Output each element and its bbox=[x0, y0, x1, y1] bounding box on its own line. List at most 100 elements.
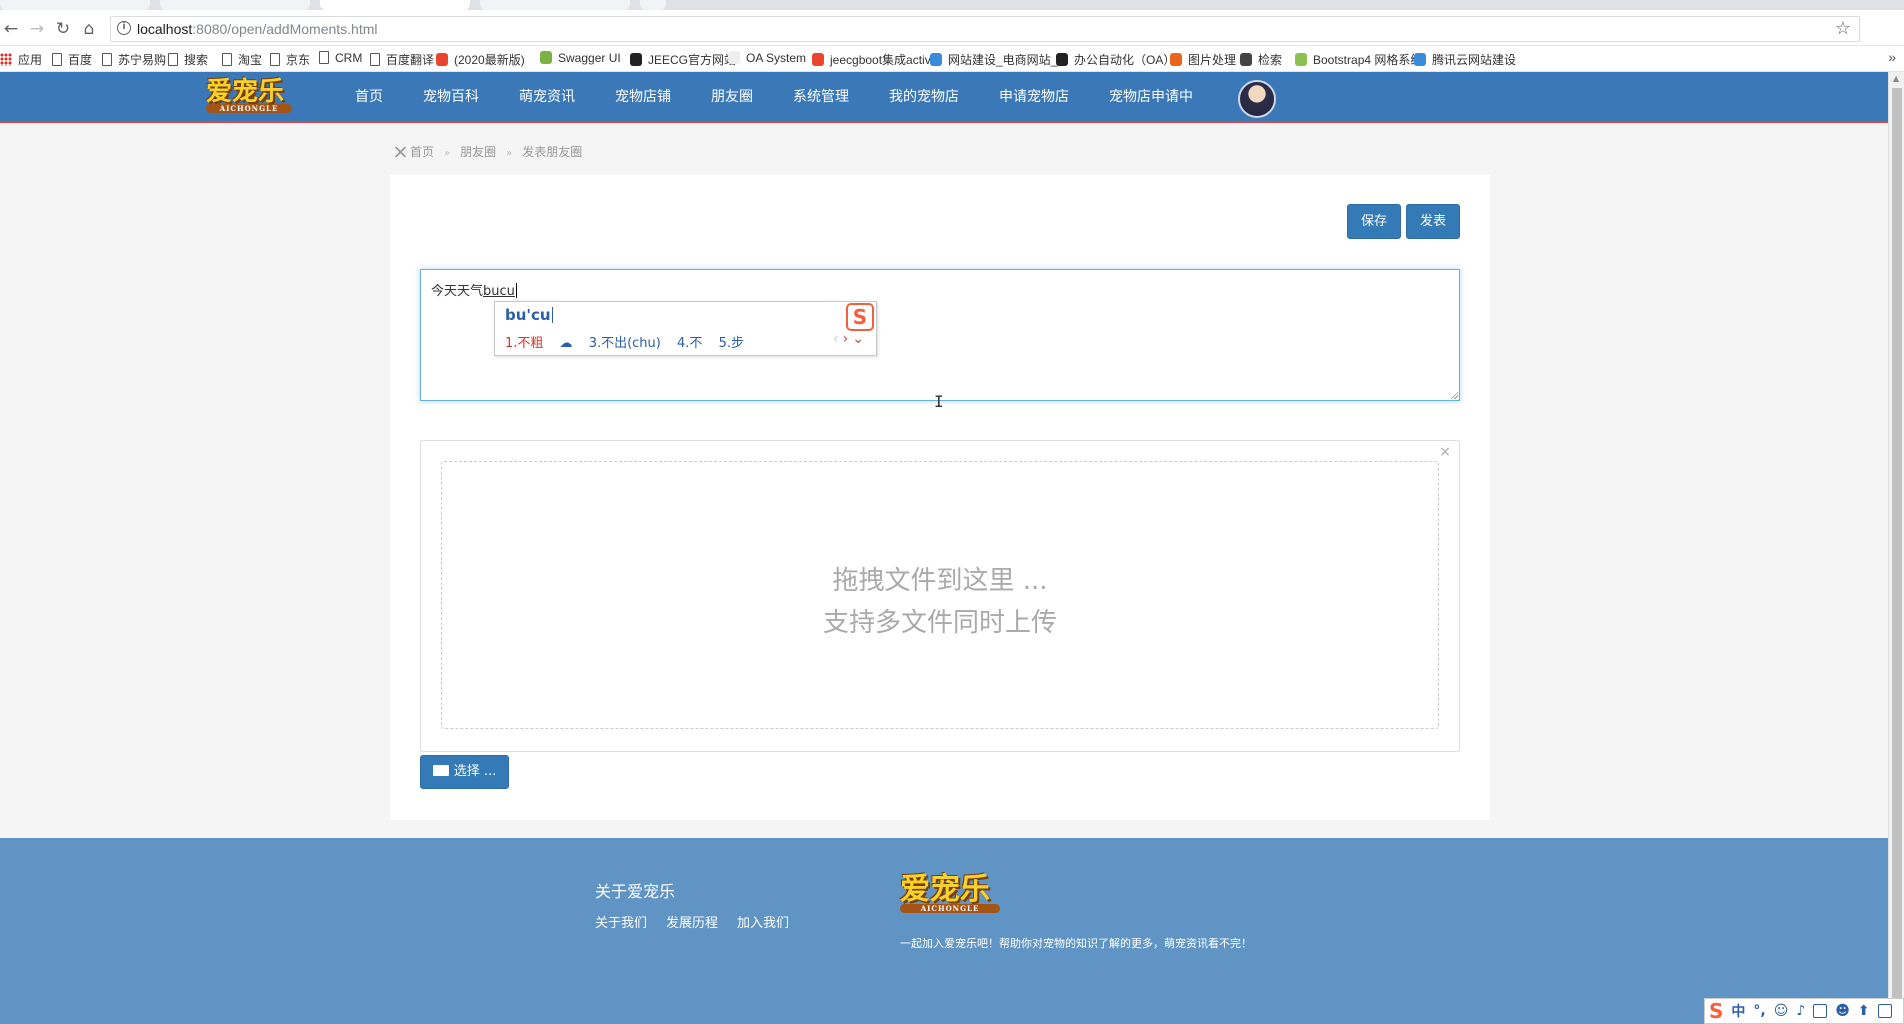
toolbox-icon[interactable] bbox=[1877, 1004, 1892, 1018]
post-form-card: 保存 发表 今天天气bucu × 拖拽文件到这里 ... 支持多文件同时上传 选… bbox=[390, 175, 1490, 820]
bookmark-item[interactable]: 搜索 bbox=[168, 51, 208, 68]
site-logo[interactable]: 爱宠乐 AICHONGLE bbox=[206, 78, 292, 113]
bookmark-item[interactable]: Bootstrap4 网格系统 bbox=[1295, 51, 1422, 68]
bookmark-item[interactable]: 苏宁易购 bbox=[102, 51, 166, 68]
browser-tab-strip bbox=[0, 0, 1904, 10]
ime-mode-toggle[interactable]: 中 bbox=[1731, 1001, 1745, 1021]
bookmark-item[interactable]: 百度翻译 bbox=[370, 51, 434, 68]
bookmark-label: JEECG官方网站 bbox=[648, 53, 737, 67]
nav-item[interactable]: 系统管理 bbox=[773, 72, 869, 122]
choose-file-button[interactable]: 选择 ... bbox=[420, 755, 509, 789]
ime-candidate[interactable]: 3.不出(chu) bbox=[589, 336, 661, 351]
ime-next-page-icon[interactable]: › bbox=[843, 331, 853, 347]
bootstrap-icon bbox=[1295, 53, 1307, 66]
nav-item[interactable]: 宠物百科 bbox=[403, 72, 499, 122]
ime-prev-page-icon[interactable]: ‹ bbox=[833, 331, 843, 347]
footer-link-history[interactable]: 发展历程 bbox=[666, 912, 718, 931]
ime-pager: ‹›⌄ bbox=[833, 331, 868, 347]
page-icon bbox=[52, 53, 62, 66]
nav-item[interactable]: 我的宠物店 bbox=[869, 72, 979, 122]
footer-link-join[interactable]: 加入我们 bbox=[737, 912, 789, 931]
bookmark-label: 图片处理 bbox=[1188, 53, 1237, 67]
microphone-icon[interactable]: ♪ bbox=[1796, 1003, 1805, 1019]
ime-candidates: 1.不粗 ☁ 3.不出(chu) 4.不 5.步 bbox=[505, 332, 756, 351]
user-avatar[interactable] bbox=[1238, 80, 1276, 118]
bookmark-item[interactable]: 淘宝 bbox=[222, 51, 262, 68]
file-drop-zone[interactable]: 拖拽文件到这里 ... 支持多文件同时上传 bbox=[441, 461, 1439, 729]
nav-item[interactable]: 宠物店铺 bbox=[595, 72, 691, 122]
bookmark-item[interactable]: 网站建设_电商网站_ bbox=[930, 51, 1057, 68]
site-info-icon[interactable]: i bbox=[117, 21, 131, 35]
page-scrollbar[interactable]: ▲ bbox=[1888, 72, 1904, 1024]
bookmark-item[interactable]: 百度 bbox=[52, 51, 92, 68]
bookmarks-bar: 应用 百度 苏宁易购 搜索 淘宝 京东 CRM 百度翻译 (2020最新版) Swagger UI… bbox=[0, 46, 1904, 72]
bookmark-star-icon[interactable]: ☆ bbox=[1835, 18, 1851, 39]
ime-cloud-candidate-icon[interactable]: ☁ bbox=[560, 336, 573, 351]
breadcrumb-moments[interactable]: 朋友圈 bbox=[460, 145, 496, 159]
punctuation-icon[interactable]: °, bbox=[1753, 1003, 1765, 1019]
new-tab-button[interactable] bbox=[640, 0, 666, 10]
bookmark-label: 应用 bbox=[18, 53, 43, 67]
browser-tab[interactable] bbox=[160, 0, 310, 10]
page-icon bbox=[168, 53, 178, 66]
bookmark-label: 检索 bbox=[1258, 53, 1283, 67]
emoji-icon[interactable]: ☺ bbox=[1774, 1003, 1789, 1019]
home-icon[interactable]: ⌂ bbox=[78, 18, 100, 40]
address-bar[interactable]: i localhost:8080/open/addMoments.html ☆ bbox=[110, 16, 1860, 42]
close-icon[interactable]: × bbox=[1439, 444, 1451, 460]
ime-candidate[interactable]: 4.不 bbox=[677, 336, 702, 351]
bookmark-label: 办公自动化（OA） bbox=[1074, 53, 1176, 67]
bookmark-item[interactable]: 应用 bbox=[0, 51, 42, 68]
bookmark-label: 腾讯云网站建设 bbox=[1432, 53, 1517, 67]
site-footer: 关于爱宠乐 关于我们 发展历程 加入我们 爱宠乐 AICHONGLE 一起加入爱… bbox=[0, 838, 1888, 1024]
ime-candidate[interactable]: 5.步 bbox=[719, 336, 744, 351]
scrollbar-thumb[interactable] bbox=[1892, 88, 1902, 998]
bookmark-label: (2020最新版) bbox=[454, 53, 525, 67]
bookmark-item[interactable]: CRM bbox=[319, 51, 362, 65]
browser-tab[interactable] bbox=[480, 0, 630, 10]
bookmark-item[interactable]: 办公自动化（OA） bbox=[1056, 51, 1175, 68]
ime-candidate[interactable]: 1.不粗 bbox=[505, 336, 543, 351]
footer-link-about[interactable]: 关于我们 bbox=[595, 912, 647, 931]
apps-grid-icon bbox=[0, 53, 12, 66]
ime-status-bar: S 中 °, ☺ ♪ ☻ ⬆ bbox=[1704, 998, 1904, 1024]
browser-tab[interactable] bbox=[0, 0, 150, 10]
bookmark-item[interactable]: 腾讯云网站建设 bbox=[1414, 51, 1516, 68]
browser-tab-active[interactable] bbox=[320, 0, 470, 10]
c-brand-icon bbox=[436, 53, 448, 66]
bookmark-item[interactable]: 京东 bbox=[270, 51, 310, 68]
bookmark-item[interactable]: OA System bbox=[728, 51, 806, 65]
bookmark-item[interactable]: 检索 bbox=[1240, 51, 1282, 68]
bookmark-item[interactable]: jeecgboot集成activ bbox=[812, 51, 931, 68]
nav-item[interactable]: 申请宠物店 bbox=[979, 72, 1089, 122]
jeecg-icon bbox=[630, 53, 642, 66]
resize-grip-icon[interactable] bbox=[1450, 391, 1458, 399]
breadcrumb-home[interactable]: 首页 bbox=[410, 145, 434, 159]
publish-button[interactable]: 发表 bbox=[1406, 204, 1460, 239]
nav-item[interactable]: 首页 bbox=[335, 72, 403, 122]
bookmark-item[interactable]: JEECG官方网站 bbox=[630, 51, 736, 68]
skin-icon[interactable]: ⬆ bbox=[1858, 1003, 1870, 1019]
sogou-logo-icon[interactable]: S bbox=[1709, 999, 1723, 1023]
editor-content: 今天天气bucu bbox=[431, 283, 517, 299]
blank-icon bbox=[728, 51, 740, 64]
forward-arrow-icon[interactable]: → bbox=[26, 18, 48, 40]
nav-item[interactable]: 萌宠资讯 bbox=[499, 72, 595, 122]
user-icon[interactable]: ☻ bbox=[1835, 1003, 1850, 1019]
sogou-logo-icon: S bbox=[846, 303, 874, 331]
keyboard-icon[interactable] bbox=[1813, 1004, 1828, 1018]
more-bookmarks-icon[interactable]: » bbox=[1888, 49, 1896, 65]
bookmark-item[interactable]: (2020最新版) bbox=[436, 51, 525, 68]
nav-item[interactable]: 宠物店申请中 bbox=[1089, 72, 1213, 122]
reload-icon[interactable]: ↻ bbox=[52, 18, 74, 40]
scroll-up-icon[interactable]: ▲ bbox=[1893, 74, 1899, 83]
nav-item[interactable]: 朋友圈 bbox=[691, 72, 773, 122]
save-button[interactable]: 保存 bbox=[1347, 204, 1401, 239]
bookmark-item[interactable]: Swagger UI bbox=[540, 51, 621, 65]
ime-expand-icon[interactable]: ⌄ bbox=[852, 331, 868, 347]
page-icon bbox=[222, 53, 232, 66]
breadcrumb: 首页 » 朋友圈 » 发表朋友圈 bbox=[395, 143, 582, 160]
choose-file-label: 选择 ... bbox=[453, 764, 497, 779]
back-arrow-icon[interactable]: ← bbox=[0, 18, 22, 40]
bookmark-item[interactable]: 图片处理 bbox=[1170, 51, 1236, 68]
